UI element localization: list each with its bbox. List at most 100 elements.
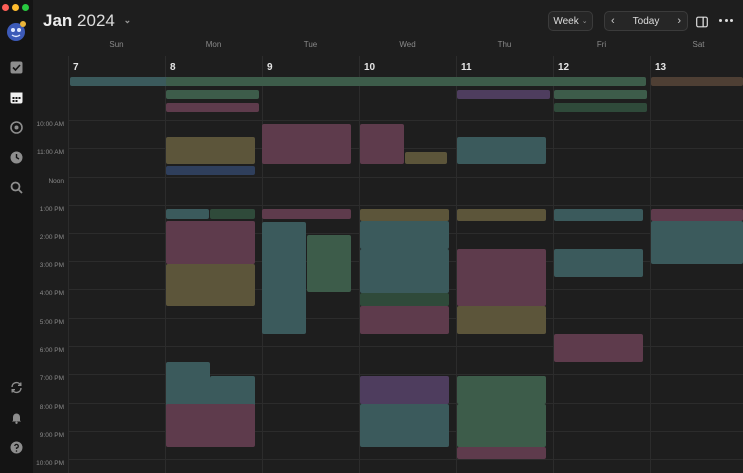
more-options-icon[interactable] (719, 19, 733, 23)
calendar-event[interactable] (360, 404, 449, 447)
app-logo-icon[interactable] (5, 20, 27, 42)
calendar-event[interactable] (307, 235, 351, 292)
calendar-event[interactable] (166, 166, 255, 175)
day-number[interactable]: 12 (558, 62, 569, 73)
clock-icon[interactable] (7, 148, 26, 167)
calendar-event[interactable] (457, 447, 546, 459)
help-icon[interactable] (7, 438, 26, 457)
time-label: 9:00 PM (39, 432, 64, 439)
hour-line (68, 205, 743, 206)
hour-line (68, 177, 743, 178)
calendar-event[interactable] (554, 209, 643, 221)
time-label: 4:00 PM (39, 290, 64, 297)
calendar-event[interactable] (166, 209, 209, 219)
calendar-app: Jan 2024 ⌄ Week ⌄ ‹ Today › Sun 7 Mon 8 Tue 9… (0, 0, 743, 473)
day-number[interactable]: 10 (364, 62, 375, 73)
calendar-event[interactable] (360, 306, 449, 334)
calendar-event[interactable] (166, 362, 210, 407)
day-divider (68, 56, 69, 473)
view-label: Week (553, 15, 579, 27)
time-label: 11:00 AM (37, 149, 64, 156)
search-icon[interactable] (7, 178, 26, 197)
time-label: 10:00 PM (36, 460, 64, 467)
calendar-event[interactable] (360, 376, 449, 404)
sidebar-toggle-icon[interactable] (696, 15, 708, 28)
day-header-mon: Mon (205, 40, 222, 49)
chevron-right-icon[interactable]: › (677, 15, 681, 27)
sync-icon[interactable] (7, 378, 26, 397)
maximize-window-button[interactable] (22, 4, 29, 11)
time-label: 7:00 PM (39, 375, 64, 382)
calendar-event[interactable] (210, 376, 255, 407)
hour-line (68, 120, 743, 121)
day-number[interactable]: 7 (73, 62, 79, 73)
chevron-left-icon[interactable]: ‹ (611, 15, 615, 27)
calendar-event[interactable] (554, 334, 643, 362)
close-window-button[interactable] (2, 4, 9, 11)
calendar-event[interactable] (262, 124, 351, 164)
calendar-event[interactable] (457, 209, 546, 221)
calendar-event[interactable] (262, 222, 306, 334)
day-header-thu: Thu (497, 40, 512, 49)
chevron-down-icon: ⌄ (123, 15, 132, 25)
day-header-wed: Wed (399, 40, 416, 49)
calendar-event[interactable] (166, 221, 255, 264)
calendar-event[interactable] (166, 103, 259, 112)
calendar-main: Jan 2024 ⌄ Week ⌄ ‹ Today › Sun 7 Mon 8 Tue 9… (33, 0, 743, 473)
calendar-event[interactable] (554, 249, 643, 277)
calendar-event[interactable] (360, 124, 404, 164)
calendar-event[interactable] (651, 77, 743, 86)
calendar-event[interactable] (360, 209, 449, 221)
month-title[interactable]: Jan 2024 ⌄ (43, 11, 131, 31)
day-number[interactable]: 11 (461, 62, 472, 73)
calendar-event[interactable] (651, 209, 743, 221)
calendar-event[interactable] (360, 293, 449, 306)
calendar-event[interactable] (457, 90, 550, 99)
time-label: 3:00 PM (39, 262, 64, 269)
day-header-sun: Sun (109, 40, 124, 49)
day-number[interactable]: 9 (267, 62, 273, 73)
calendar-event[interactable] (457, 404, 546, 447)
time-label: 2:00 PM (39, 234, 64, 241)
day-divider (650, 56, 651, 473)
view-selector[interactable]: Week ⌄ (548, 11, 593, 31)
checkbox-icon[interactable] (7, 58, 26, 77)
time-label: 10:00 AM (36, 121, 64, 128)
calendar-event[interactable] (457, 249, 546, 306)
target-icon[interactable] (7, 118, 26, 137)
bell-icon[interactable] (7, 408, 26, 427)
calendar-event[interactable] (166, 77, 646, 86)
calendar-event[interactable] (457, 376, 546, 404)
day-number[interactable]: 8 (170, 62, 176, 73)
calendar-event[interactable] (262, 209, 351, 219)
calendar-event[interactable] (166, 90, 259, 99)
minimize-window-button[interactable] (12, 4, 19, 11)
calendar-event[interactable] (405, 152, 447, 164)
day-header-fri: Fri (596, 40, 607, 49)
calendar-event[interactable] (166, 404, 255, 447)
day-header-sat: Sat (692, 40, 705, 49)
chevron-down-icon: ⌄ (581, 18, 588, 25)
calendar-event[interactable] (554, 90, 647, 99)
time-label: 1:00 PM (39, 206, 64, 213)
calendar-event[interactable] (554, 103, 647, 112)
calendar-event[interactable] (651, 221, 743, 264)
sidebar (0, 0, 33, 473)
day-number[interactable]: 13 (655, 62, 666, 73)
calendar-event[interactable] (360, 221, 449, 249)
time-label: 5:00 PM (39, 319, 64, 326)
calendar-event[interactable] (360, 249, 449, 293)
calendar-event[interactable] (166, 137, 255, 164)
date-nav: ‹ Today › (604, 11, 688, 31)
calendar-event[interactable] (457, 306, 546, 334)
year-label: 2024 (77, 11, 115, 30)
hour-line (68, 459, 743, 460)
day-header-tue: Tue (303, 40, 318, 49)
time-label: 8:00 PM (39, 404, 64, 411)
calendar-event[interactable] (210, 209, 255, 219)
calendar-event[interactable] (166, 264, 255, 306)
calendar-event[interactable] (457, 137, 546, 164)
today-button[interactable]: Today (633, 16, 660, 27)
time-label: 6:00 PM (39, 347, 64, 354)
calendar-icon[interactable] (7, 88, 26, 107)
